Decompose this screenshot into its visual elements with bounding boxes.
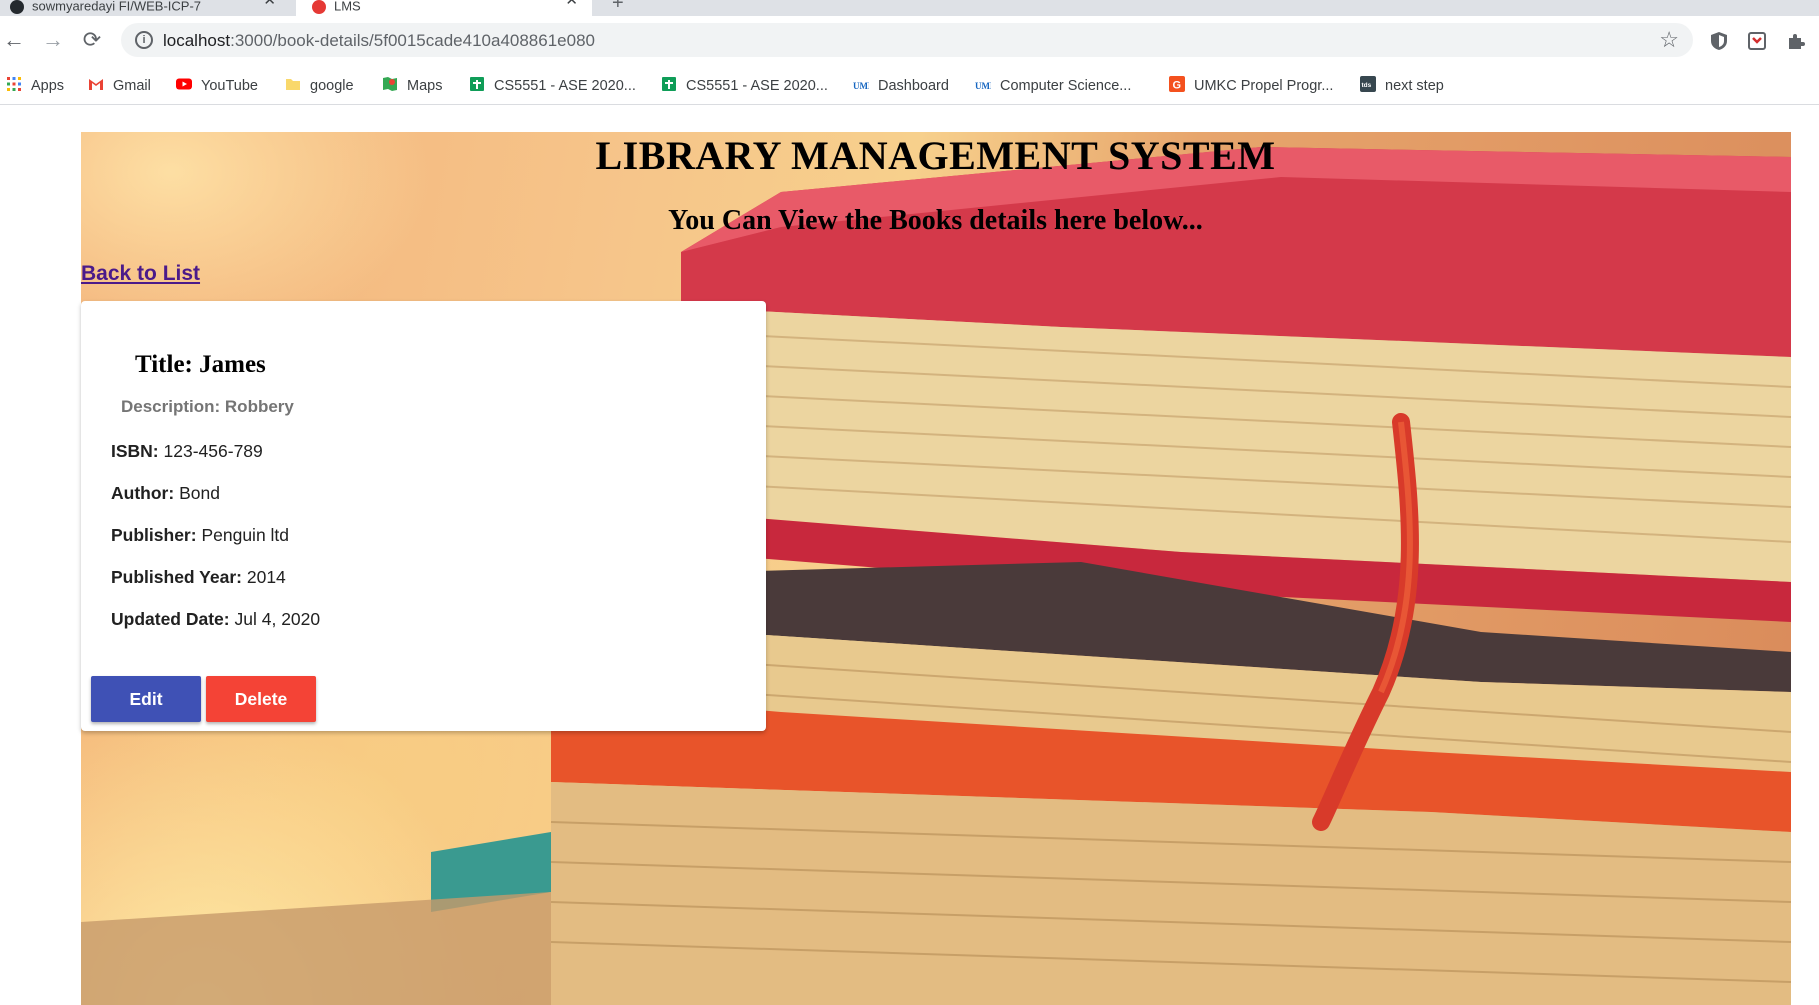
- umkc-icon: UMKC: [975, 81, 991, 91]
- bookmark-cs5551-1[interactable]: CS5551 - ASE 2020...: [469, 69, 636, 104]
- github-icon: [10, 0, 24, 14]
- tab-lms[interactable]: LMS ✕: [296, 0, 592, 16]
- youtube-icon: [176, 78, 192, 90]
- edit-button[interactable]: Edit: [91, 676, 201, 722]
- page-title: LIBRARY MANAGEMENT SYSTEM: [595, 133, 1276, 178]
- svg-text:tds: tds: [1362, 82, 1372, 89]
- bookmark-next-step[interactable]: tds next step: [1360, 69, 1444, 104]
- back-icon[interactable]: ←: [2, 28, 26, 52]
- bookmark-star-icon[interactable]: ☆: [1659, 27, 1679, 53]
- svg-text:UMKC: UMKC: [853, 81, 869, 91]
- tab-strip: sowmyaredayi FI/WEB-ICP-7 ✕ LMS ✕ +: [0, 0, 1819, 16]
- bookmark-computer-science[interactable]: UMKC Computer Science...: [975, 69, 1131, 104]
- pocket-extension-icon[interactable]: [1746, 30, 1768, 52]
- tab-github[interactable]: sowmyaredayi FI/WEB-ICP-7 ✕: [0, 0, 290, 16]
- bookmark-maps[interactable]: Maps: [382, 69, 442, 104]
- isbn-field: ISBN: 123-456-789: [111, 441, 263, 461]
- bookmark-youtube[interactable]: YouTube: [176, 69, 258, 104]
- sheets-icon: [662, 77, 676, 92]
- folder-icon: [286, 79, 300, 91]
- sheets-icon: [470, 77, 484, 92]
- svg-text:UMKC: UMKC: [975, 81, 991, 91]
- bookmark-cs5551-2[interactable]: CS5551 - ASE 2020...: [661, 69, 828, 104]
- publisher-field: Publisher: Penguin ltd: [111, 525, 290, 545]
- updated-date-field: Updated Date: Jul 4, 2020: [111, 609, 321, 629]
- forward-icon[interactable]: →: [41, 28, 65, 52]
- close-tab-icon[interactable]: ✕: [263, 0, 276, 8]
- back-to-list-link[interactable]: Back to List: [81, 262, 200, 286]
- page-subtitle: You Can View the Books details here belo…: [668, 205, 1203, 236]
- close-tab-icon[interactable]: ✕: [565, 0, 578, 8]
- reload-icon[interactable]: ⟳: [80, 28, 104, 52]
- svg-text:G: G: [1173, 80, 1182, 92]
- address-bar[interactable]: i localhost:3000/book-details/5f0015cade…: [121, 23, 1693, 57]
- maps-icon: [383, 77, 397, 92]
- puzzle-extensions-icon[interactable]: [1785, 30, 1807, 52]
- new-tab-icon[interactable]: +: [612, 0, 624, 15]
- shield-extension-icon[interactable]: [1708, 30, 1730, 52]
- delete-button[interactable]: Delete: [206, 676, 316, 722]
- apps-grid-icon: [7, 77, 21, 92]
- bookmarks-bar: Apps Gmail YouTube google Maps CS5551 - …: [0, 69, 1819, 105]
- bookmark-dashboard[interactable]: UMKC Dashboard: [853, 69, 949, 104]
- bookmark-gmail[interactable]: Gmail: [88, 69, 151, 104]
- bookmark-google[interactable]: google: [285, 69, 354, 104]
- gmail-icon: [89, 79, 103, 91]
- published-year-field: Published Year: 2014: [111, 567, 286, 587]
- bookmark-apps[interactable]: Apps: [6, 69, 64, 104]
- browser-toolbar: ← → ⟳ i localhost:3000/book-details/5f00…: [0, 16, 1819, 69]
- author-field: Author: Bond: [111, 483, 220, 503]
- umkc-icon: UMKC: [853, 81, 869, 91]
- bookmark-umkc-propel[interactable]: G UMKC Propel Progr...: [1169, 69, 1333, 104]
- book-details-card: Title: James Description: Robbery ISBN: …: [81, 301, 766, 731]
- angular-icon: [312, 0, 326, 14]
- book-description: Description: Robbery: [121, 397, 294, 416]
- g-icon: G: [1169, 76, 1185, 93]
- url-text[interactable]: localhost:3000/book-details/5f0015cade41…: [163, 31, 595, 51]
- tds-icon: tds: [1360, 76, 1376, 93]
- site-info-icon[interactable]: i: [135, 31, 153, 49]
- book-title: Title: James: [135, 351, 266, 378]
